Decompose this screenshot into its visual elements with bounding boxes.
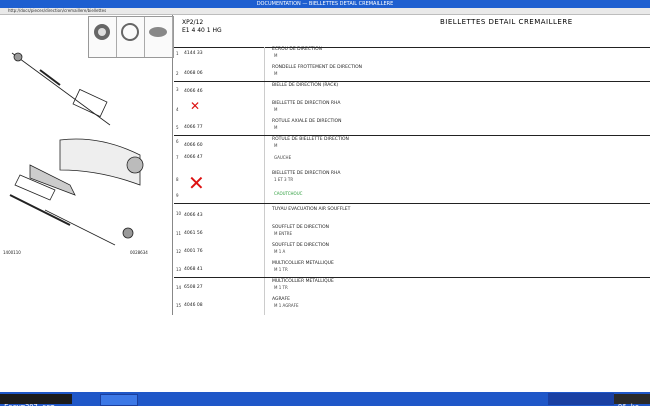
row-ref[interactable]: 6508 27 (184, 285, 203, 290)
row-desc: ROTULE DE BIELLETTE DIRECTION (272, 137, 349, 142)
row-desc: TUYAU EVACUATION AIR SOUFFLET (272, 207, 351, 212)
row-number: 11 (176, 231, 182, 236)
row-desc: BIELLETTE DE DIRECTION RHA (272, 101, 341, 106)
row-separator (174, 203, 650, 204)
row-desc: SOUFFLET DE DIRECTION (272, 225, 330, 230)
row-desc: MULTICOLLIER METALLIQUE (272, 279, 334, 284)
row-number: 13 (176, 267, 182, 272)
row-sub: M 1 TR (274, 285, 288, 290)
row-desc: MULTICOLLIER METALLIQUE (272, 261, 334, 266)
row-ref[interactable]: 4066 43 (184, 213, 203, 218)
start-button[interactable]: Forum307.com (0, 394, 72, 411)
red-cross-mark: ✕ (190, 99, 201, 113)
exploded-view-panel: 1400110 0028634 (0, 15, 174, 315)
row-separator (174, 135, 650, 136)
row-desc: ROTULE AXIALE DE DIRECTION (272, 119, 342, 124)
row-number: 7 (176, 155, 179, 160)
window-title: DOCUMENTATION — BIELLETTES DETAIL CREMAI… (256, 1, 394, 7)
sheet-header: XP2/12 E1 4 40 1 HG BIELLETTES DETAIL CR… (174, 15, 650, 48)
row-number: 14 (176, 285, 182, 290)
sheet-subtitle: E1 4 40 1 HG (182, 27, 222, 34)
row-ref[interactable]: 4066 77 (184, 125, 203, 130)
red-cross-mark-large: ✕ (188, 171, 205, 195)
row-ref[interactable]: 4066 60 (184, 143, 203, 148)
row-ref[interactable]: 4001 76 (184, 249, 203, 254)
row-sub: M 1 TR (274, 267, 288, 272)
diagram-caption-left: 1400110 (3, 250, 21, 255)
row-number: 4 (176, 107, 179, 112)
row-ref[interactable]: 4061 56 (184, 231, 203, 236)
file-size-label: 96 ko (618, 403, 640, 411)
row-number: 1 (176, 51, 179, 56)
row-sub: M (274, 53, 278, 58)
taskbar: Forum307.com 96 ko (0, 392, 650, 411)
row-ref[interactable]: 4066 47 (184, 155, 203, 160)
row-separator (174, 81, 650, 82)
row-ref[interactable]: 4068 06 (184, 71, 203, 76)
row-sub-green: CAOUTCHOUC (274, 191, 303, 196)
row-sub: M 1 AGRAFE (274, 303, 299, 308)
row-desc: ECROU DE DIRECTION (272, 47, 323, 52)
row-number: 15 (176, 303, 182, 308)
row-number: 5 (176, 125, 179, 130)
address-bar[interactable]: http://docs/pieces/direction/cremaillere… (0, 8, 650, 15)
file-size-indicator: 96 ko (614, 394, 650, 411)
row-sub: M (274, 143, 278, 148)
sheet-code: XP2/12 (182, 19, 204, 26)
row-sub: M (274, 71, 278, 76)
row-separator (174, 277, 650, 278)
window-titlebar[interactable]: DOCUMENTATION — BIELLETTES DETAIL CREMAI… (0, 0, 650, 8)
row-sub: M ENTRE (274, 231, 292, 236)
row-number: 9 (176, 193, 179, 198)
system-tray[interactable] (548, 393, 614, 405)
row-ref[interactable]: 4066 46 (184, 89, 203, 94)
row-sub: M 1 A (274, 249, 286, 254)
diagram-caption-right: 0028634 (130, 250, 148, 255)
address-text: http://docs/pieces/direction/cremaillere… (8, 8, 107, 13)
row-number: 10 (176, 211, 182, 216)
row-number: 3 (176, 87, 179, 92)
rack-diagram (9, 52, 144, 246)
row-ref[interactable]: 4144 33 (184, 51, 203, 56)
row-number: 8 (176, 177, 179, 182)
row-desc: BIELLETTE DE DIRECTION RHA (272, 171, 341, 176)
start-label: Forum307.com (4, 403, 55, 411)
row-sub: M (274, 107, 278, 112)
row-ref[interactable]: 4068 41 (184, 267, 203, 272)
sheet-title: BIELLETTES DETAIL CREMAILLERE (440, 18, 573, 26)
row-sub: M (274, 125, 278, 130)
column-divider (264, 47, 265, 315)
row-number: 6 (176, 139, 179, 144)
row-sub: 1 ET 3 TR (274, 177, 294, 182)
row-ref[interactable]: 4046 08 (184, 303, 203, 308)
row-desc: AGRAFE (272, 297, 290, 302)
parts-list: XP2/12 E1 4 40 1 HG BIELLETTES DETAIL CR… (174, 15, 650, 315)
row-sub: GAUCHE (274, 155, 292, 160)
row-desc: SOUFFLET DE DIRECTION (272, 243, 330, 248)
row-desc: RONDELLE FROTTEMENT DE DIRECTION (272, 65, 363, 70)
row-number: 12 (176, 249, 182, 254)
row-number: 2 (176, 71, 179, 76)
taskbar-task[interactable] (100, 394, 138, 406)
row-desc: BIELLE DE DIRECTION (RACK) (272, 83, 339, 88)
